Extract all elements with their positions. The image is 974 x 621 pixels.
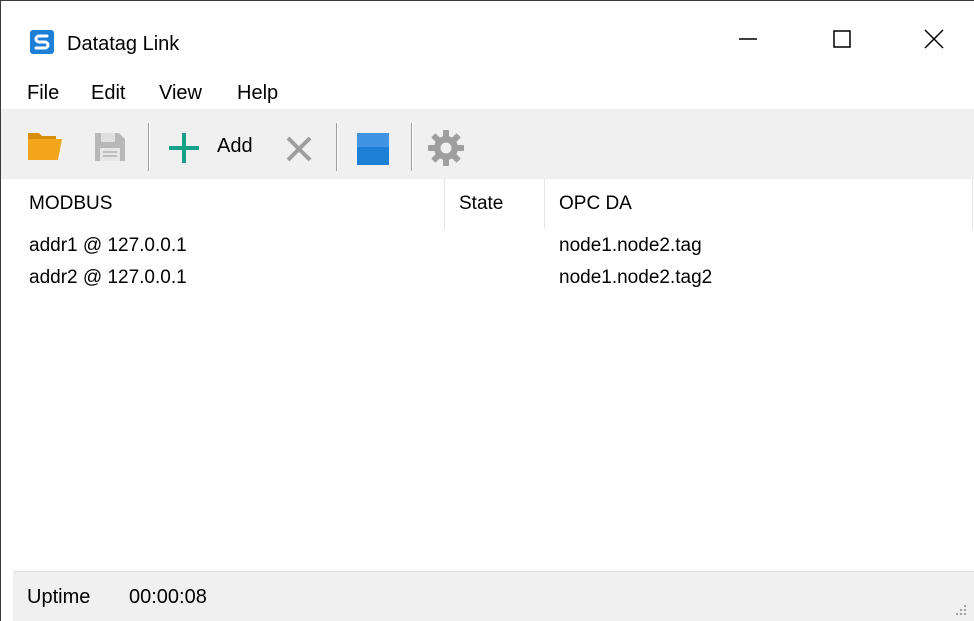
app-window: Datatag Link File Edit View Help Add MOD… — [0, 0, 974, 621]
delete-x-icon — [285, 136, 313, 167]
menu-edit[interactable]: Edit — [91, 81, 125, 105]
toolbar: Add — [1, 109, 974, 179]
cell-opc-da: node1.node2.tag — [559, 235, 702, 256]
delete-button[interactable] — [285, 135, 313, 168]
plus-icon — [167, 131, 201, 170]
title-bar[interactable]: Datatag Link — [1, 1, 974, 59]
stop-square-icon — [357, 133, 389, 169]
add-button-label: Add — [217, 135, 253, 157]
minimize-button[interactable] — [713, 19, 783, 63]
cell-modbus: addr1 @ 127.0.0.1 — [29, 235, 187, 256]
toolbar-separator — [336, 123, 338, 171]
status-bar: Uptime 00:00:08 — [13, 571, 974, 621]
open-button[interactable] — [27, 129, 63, 166]
column-header-modbus[interactable]: MODBUS — [13, 179, 445, 229]
save-disk-icon — [93, 133, 127, 167]
uptime-label: Uptime — [27, 586, 91, 608]
minimize-icon — [738, 29, 758, 54]
column-header-opc-da[interactable]: OPC DA — [545, 179, 973, 229]
uptime-value: 00:00:08 — [129, 586, 207, 608]
toolbar-separator — [148, 123, 150, 171]
menu-view[interactable]: View — [159, 81, 202, 105]
resize-grip-icon[interactable] — [953, 602, 967, 616]
gear-icon — [427, 130, 465, 171]
column-header-state[interactable]: State — [445, 179, 545, 229]
maximize-icon — [832, 29, 852, 54]
table-row[interactable]: addr1 @ 127.0.0.1 node1.node2.tag — [13, 231, 974, 261]
window-title: Datatag Link — [67, 33, 180, 55]
mapping-list[interactable]: MODBUS State OPC DA addr1 @ 127.0.0.1 no… — [13, 179, 974, 571]
save-button[interactable] — [93, 131, 127, 168]
table-row[interactable]: addr2 @ 127.0.0.1 node1.node2.tag2 — [13, 263, 974, 293]
folder-open-icon — [27, 133, 63, 165]
maximize-button[interactable] — [807, 19, 877, 63]
menu-help[interactable]: Help — [237, 81, 278, 105]
menu-bar: File Edit View Help — [1, 75, 974, 109]
close-button[interactable] — [899, 19, 969, 63]
toolbar-separator — [411, 123, 413, 171]
stop-button[interactable] — [357, 133, 389, 170]
close-icon — [923, 28, 945, 55]
menu-file[interactable]: File — [27, 81, 59, 105]
s-logo-icon — [29, 29, 55, 55]
list-header: MODBUS State OPC DA — [13, 179, 974, 229]
settings-button[interactable] — [427, 129, 465, 172]
cell-opc-da: node1.node2.tag2 — [559, 267, 713, 288]
cell-modbus: addr2 @ 127.0.0.1 — [29, 267, 187, 288]
